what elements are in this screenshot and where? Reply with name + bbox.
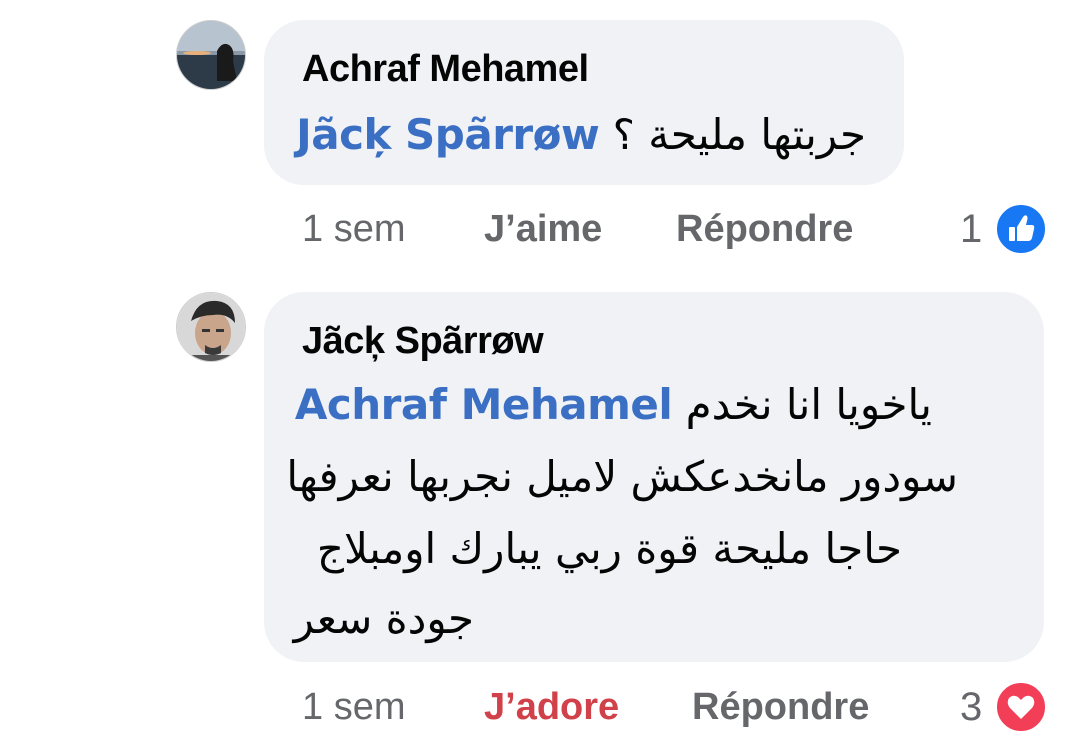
reaction-count[interactable]: 1 <box>960 207 982 252</box>
heart-glyph <box>1007 695 1035 719</box>
comment-bubble: Jãcķ Spãrrøw ياخويا انا نخدم Achraf Meha… <box>264 292 1044 662</box>
comment-text-line: حاجا مليحة قوة ربي يبارك اومبلاج <box>316 524 902 573</box>
love-button[interactable]: J’adore <box>484 686 619 729</box>
avatar-image <box>177 21 245 89</box>
comment-text-line: سودور مانخدعكش لاميل نجربها نعرفها <box>286 452 958 501</box>
like-button[interactable]: J’aime <box>484 208 602 251</box>
avatar[interactable] <box>176 20 246 90</box>
comment-timestamp[interactable]: 1 sem <box>302 208 405 251</box>
avatar[interactable] <box>176 292 246 362</box>
comment-text: ياخويا انا نخدم Achraf Mehamel <box>295 380 932 429</box>
comment-timestamp[interactable]: 1 sem <box>302 686 405 729</box>
like-icon[interactable] <box>994 202 1048 256</box>
mention-link[interactable]: Achraf Mehamel <box>295 380 673 429</box>
reply-button[interactable]: Répondre <box>692 686 869 729</box>
avatar-image <box>177 293 245 361</box>
reply-button[interactable]: Répondre <box>676 208 853 251</box>
comment-bubble: Achraf Mehamel جربتها مليحة ؟ Jãcķ Spãrr… <box>264 20 904 185</box>
reaction-count[interactable]: 3 <box>960 685 982 730</box>
mention-link[interactable]: Jãcķ Spãrrøw <box>296 110 600 159</box>
comment-text: جربتها مليحة ؟ Jãcķ Spãrrøw <box>296 110 866 159</box>
comment-text-line: جودة سعر <box>293 594 474 643</box>
thumbs-up-glyph <box>1009 215 1035 241</box>
comment-author[interactable]: Jãcķ Spãrrøw <box>302 320 544 363</box>
comment-text-line: ياخويا انا نخدم <box>685 380 932 429</box>
heart-icon[interactable] <box>994 680 1048 734</box>
comment-text-line: جربتها مليحة ؟ <box>612 110 866 159</box>
comment-author[interactable]: Achraf Mehamel <box>302 48 589 91</box>
